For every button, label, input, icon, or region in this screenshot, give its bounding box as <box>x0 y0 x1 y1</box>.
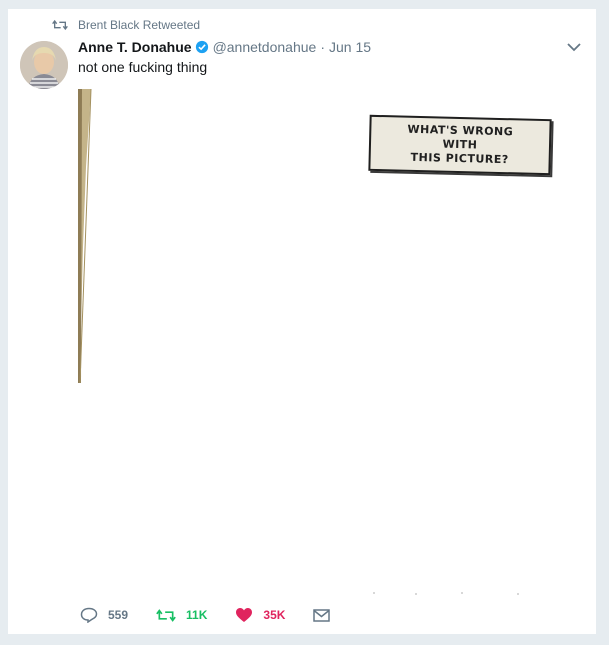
verified-badge-icon <box>195 40 208 54</box>
retweeted-by-label[interactable]: Brent Black Retweeted <box>78 18 200 32</box>
avatar[interactable] <box>20 41 68 89</box>
tweet-actions: 559 11K 35K <box>80 607 368 623</box>
like-count: 35K <box>263 608 286 622</box>
sign-line: WITH <box>442 137 478 152</box>
tweet-media[interactable]: WHAT'S WRONG WITH THIS PICTURE? <box>78 87 584 599</box>
chevron-down-icon[interactable] <box>566 41 582 53</box>
heart-icon <box>236 608 253 622</box>
avatar-image <box>20 41 68 89</box>
retweet-button[interactable]: 11K <box>156 608 207 623</box>
retweet-icon <box>156 608 176 622</box>
tweet-date[interactable]: Jun 15 <box>329 39 371 55</box>
reply-button[interactable]: 559 <box>80 607 128 623</box>
sign-line: THIS PICTURE? <box>410 150 509 167</box>
picture-sign: WHAT'S WRONG WITH THIS PICTURE? <box>368 114 552 176</box>
tweet-header: Anne T. Donahue @annetdonahue · Jun 15 <box>78 39 371 55</box>
reply-count: 559 <box>108 608 129 622</box>
author-handle[interactable]: @annetdonahue <box>213 39 317 55</box>
retweet-icon <box>52 19 68 31</box>
retweet-context: Brent Black Retweeted <box>52 18 200 32</box>
envelope-icon <box>313 608 331 622</box>
tweet-card[interactable]: Brent Black Retweeted Anne T. Donahue @a… <box>8 8 596 634</box>
sign-line: WHAT'S WRONG <box>407 122 514 139</box>
header-separator: · <box>320 39 325 55</box>
author-name[interactable]: Anne T. Donahue <box>78 39 192 55</box>
reply-icon <box>80 607 98 623</box>
tweet-text: not one fucking thing <box>78 59 208 75</box>
retweet-count: 11K <box>186 608 208 622</box>
like-button[interactable]: 35K <box>235 607 285 623</box>
direct-message-button[interactable] <box>313 608 340 622</box>
